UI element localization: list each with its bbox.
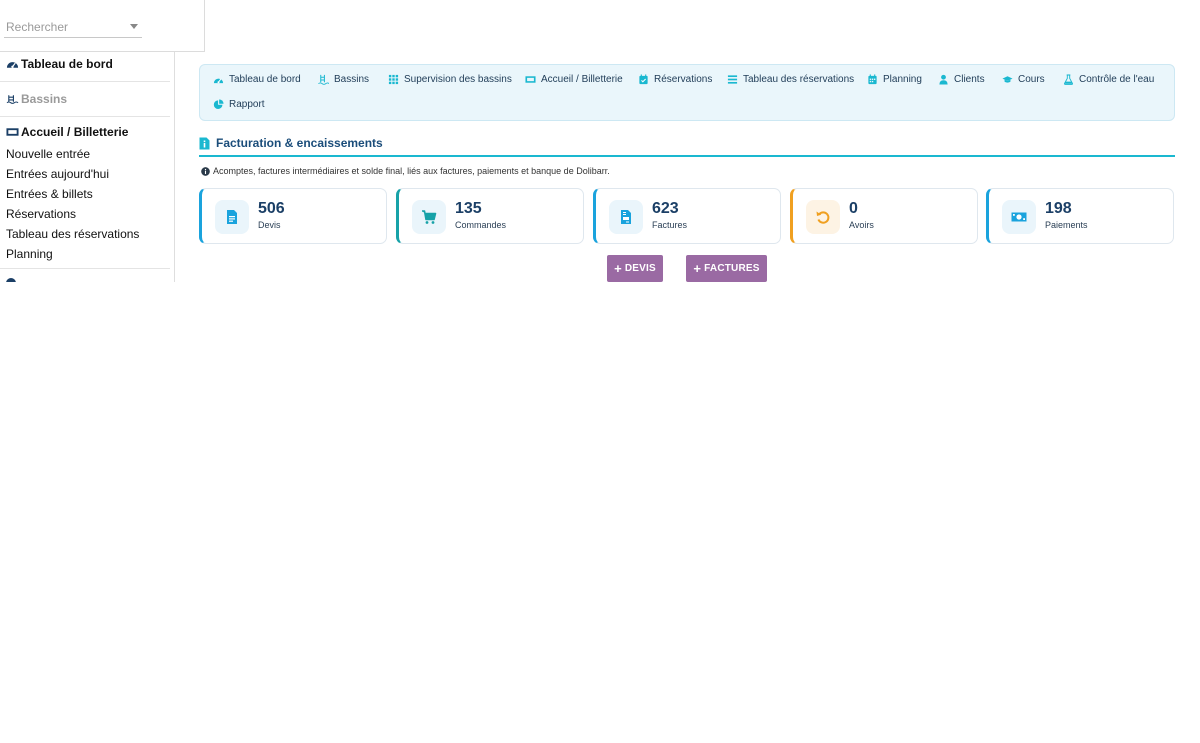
stat-label: Commandes: [455, 220, 507, 230]
button-label: DEVIS: [624, 263, 656, 274]
top-nav: Tableau de bord Bassins Supervision des …: [199, 64, 1175, 121]
graduation-cap-icon: [1002, 76, 1013, 83]
nav-item-clients[interactable]: Clients: [938, 74, 985, 85]
user-icon: [939, 74, 948, 85]
user-icon: [6, 278, 16, 282]
calendar-icon: [868, 74, 877, 85]
nav-item-label: Tableau de bord: [229, 74, 301, 85]
nav-item-label: Accueil / Billetterie: [541, 74, 623, 85]
sidebar-item-bassins[interactable]: Bassins: [0, 91, 170, 107]
undo-icon: [816, 211, 830, 224]
section-title: Facturation & encaissements: [216, 136, 383, 150]
card-icon-wrap: [1002, 200, 1036, 234]
sidebar-link-nouvelle-entree[interactable]: Nouvelle entrée: [0, 144, 170, 164]
stat-value: 198: [1045, 200, 1072, 217]
dashboard-icon: [6, 62, 19, 68]
button-label: FACTURES: [704, 263, 760, 274]
stat-card-avoirs[interactable]: 0 Avoirs: [790, 188, 978, 244]
pie-chart-icon: [213, 99, 224, 109]
nav-item-label: Contrôle de l'eau: [1079, 74, 1155, 85]
calendar-check-icon: [639, 74, 648, 85]
dashboard-icon: [213, 78, 224, 84]
stat-value: 135: [455, 200, 482, 217]
stat-card-devis[interactable]: 506 Devis: [199, 188, 387, 244]
sidebar-item-label: Accueil / Billetterie: [21, 125, 129, 139]
sidebar-link-entrees-aujourdhui[interactable]: Entrées aujourd'hui: [0, 164, 170, 184]
sidebar-item-accueil[interactable]: Accueil / Billetterie: [0, 124, 170, 140]
nav-item-label: Rapport: [229, 99, 265, 110]
sidebar-link-planning[interactable]: Planning: [0, 244, 170, 264]
sidebar-item-label: Tableau de bord: [21, 57, 113, 71]
nav-item-reservations[interactable]: Réservations: [638, 74, 712, 85]
nav-item-tableau-reservations[interactable]: Tableau des réservations: [727, 74, 854, 85]
chevron-down-icon[interactable]: [130, 24, 138, 29]
stat-card-paiements[interactable]: 198 Paiements: [986, 188, 1174, 244]
stat-label: Devis: [258, 220, 281, 230]
nav-item-label: Clients: [954, 74, 985, 85]
money-icon: [1011, 212, 1027, 222]
nav-item-accueil[interactable]: Accueil / Billetterie: [525, 74, 623, 85]
stat-card-factures[interactable]: 623 Factures: [593, 188, 781, 244]
pool-icon: [318, 74, 329, 85]
plus-icon: +: [693, 261, 702, 276]
nav-item-label: Tableau des réservations: [743, 74, 855, 85]
grid-icon: [388, 74, 399, 85]
search-box: [0, 0, 205, 52]
nav-item-rapport[interactable]: Rapport: [213, 99, 265, 110]
stat-label: Paiements: [1045, 220, 1088, 230]
info-note: Acomptes, factures intermédiaires et sol…: [201, 166, 610, 176]
nav-item-label: Supervision des bassins: [404, 74, 512, 85]
nav-item-label: Cours: [1018, 74, 1045, 85]
sidebar-link-tableau-reservations[interactable]: Tableau des réservations: [0, 224, 170, 244]
ticket-icon: [525, 76, 536, 83]
stat-label: Avoirs: [849, 220, 874, 230]
list-icon: [727, 75, 738, 84]
stat-label: Factures: [652, 220, 688, 230]
section-header: Facturation & encaissements: [199, 136, 1175, 157]
nav-item-label: Réservations: [654, 74, 713, 85]
nav-item-label: Bassins: [334, 74, 370, 85]
divider: [0, 116, 170, 117]
stat-value: 623: [652, 200, 679, 217]
document-icon: [227, 210, 237, 224]
nav-item-planning[interactable]: Planning: [867, 74, 922, 85]
sidebar-item-label: Bassins: [21, 92, 68, 106]
info-text: Acomptes, factures intermédiaires et sol…: [213, 166, 610, 176]
divider: [0, 268, 170, 269]
card-icon-wrap: [412, 200, 446, 234]
nav-item-label: Planning: [883, 74, 922, 85]
add-devis-button[interactable]: + DEVIS: [607, 255, 663, 282]
stat-value: 0: [849, 200, 858, 217]
add-factures-button[interactable]: + FACTURES: [686, 255, 767, 282]
stat-card-commandes[interactable]: 135 Commandes: [396, 188, 584, 244]
nav-item-supervision[interactable]: Supervision des bassins: [388, 74, 512, 85]
card-icon-wrap: [806, 200, 840, 234]
search-input[interactable]: [4, 16, 142, 38]
plus-icon: +: [614, 261, 622, 276]
card-icon-wrap: [609, 200, 643, 234]
info-icon: [201, 166, 210, 176]
invoice-icon: [621, 210, 631, 224]
sidebar-item-dashboard[interactable]: Tableau de bord: [0, 56, 170, 72]
ticket-icon: [6, 128, 19, 136]
pool-icon: [6, 95, 19, 104]
divider: [0, 81, 170, 82]
sidebar-link-reservations[interactable]: Réservations: [0, 204, 170, 224]
stat-value: 506: [258, 200, 285, 217]
nav-item-cours[interactable]: Cours: [1002, 74, 1045, 85]
cart-icon: [422, 210, 437, 224]
card-icon-wrap: [215, 200, 249, 234]
flask-icon: [1063, 74, 1074, 85]
nav-item-dashboard[interactable]: Tableau de bord: [213, 74, 301, 85]
nav-item-controle-eau[interactable]: Contrôle de l'eau: [1063, 74, 1154, 85]
sidebar-link-entrees-billets[interactable]: Entrées & billets: [0, 184, 170, 204]
invoice-icon: [199, 137, 210, 150]
nav-item-bassins[interactable]: Bassins: [318, 74, 369, 85]
